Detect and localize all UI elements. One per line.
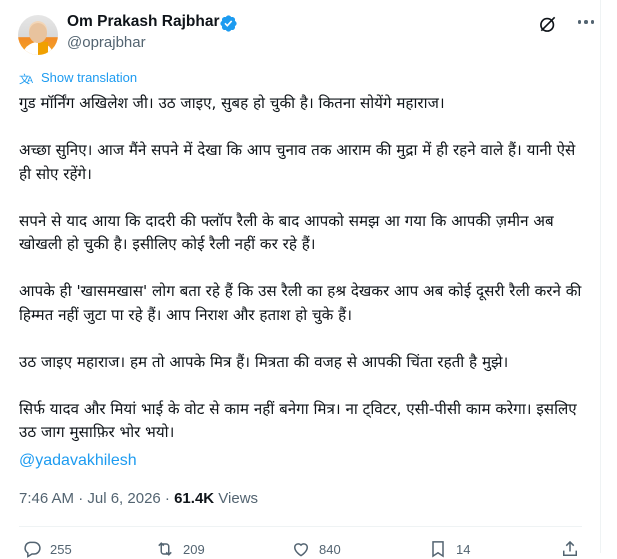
repost-count: 209 xyxy=(183,541,205,557)
tweet-paragraph: उठ जाइए महाराज। हम तो आपके मित्र हैं। मि… xyxy=(19,352,509,371)
bookmark-count: 14 xyxy=(456,541,471,557)
heart-icon xyxy=(293,543,309,557)
repost-button[interactable]: 209 xyxy=(155,539,205,559)
svg-text:A: A xyxy=(27,75,33,85)
avatar-face xyxy=(29,23,47,43)
tweet-paragraph: गुड मॉर्निंग अखिलेश जी। उठ जाइए, सुबह हो… xyxy=(19,94,445,112)
show-translation-label: Show translation xyxy=(41,70,138,85)
tweet-metadata: 7:46 AM · Jul 6, 2026 · 61.4K Views xyxy=(19,490,258,507)
views-count[interactable]: 61.4K xyxy=(174,490,214,507)
reply-count: 255 xyxy=(50,541,72,557)
reply-icon xyxy=(24,541,41,558)
divider xyxy=(19,526,582,527)
tweet-paragraph: अच्छा सुनिए। आज मैंने सपने में देखा कि आ… xyxy=(19,141,576,183)
share-button[interactable] xyxy=(560,539,580,559)
tweet-card: Om Prakash Rajbhar @oprajbhar 文 A Show t… xyxy=(0,0,601,558)
mention-link[interactable]: @yadavakhilesh xyxy=(19,452,137,470)
avatar-scarf xyxy=(38,42,48,55)
repost-icon xyxy=(158,542,172,556)
like-count: 840 xyxy=(319,541,341,557)
more-options-icon[interactable] xyxy=(574,12,598,32)
bookmark-icon xyxy=(432,541,444,558)
avatar[interactable] xyxy=(18,15,58,55)
tweet-paragraph: सिर्फ यादव और मियां भाई के वोट से काम नह… xyxy=(19,399,577,442)
translate-icon: 文 A xyxy=(19,72,33,85)
author-name[interactable]: Om Prakash Rajbhar xyxy=(67,13,219,31)
views-label: Views xyxy=(214,490,259,507)
author-handle[interactable]: @oprajbhar xyxy=(67,34,146,51)
share-icon xyxy=(563,540,577,556)
tweet-text: गुड मॉर्निंग अखिलेश जी। उठ जाइए, सुबह हो… xyxy=(19,92,589,468)
grok-icon[interactable] xyxy=(538,14,558,34)
tweet-paragraph: आपके ही 'खासमखास' लोग बता रहे हैं कि उस … xyxy=(19,282,582,324)
timestamp[interactable]: 7:46 AM · Jul 6, 2026 · xyxy=(19,490,174,507)
show-translation-link[interactable]: 文 A Show translation xyxy=(19,70,137,85)
bookmark-button[interactable]: 14 xyxy=(428,539,470,559)
verified-badge-icon[interactable] xyxy=(219,14,238,33)
tweet-paragraph: सपने से याद आया कि दादरी की फ्लॉप रैली क… xyxy=(19,211,554,254)
like-button[interactable]: 840 xyxy=(291,539,341,559)
reply-button[interactable]: 255 xyxy=(22,539,72,559)
